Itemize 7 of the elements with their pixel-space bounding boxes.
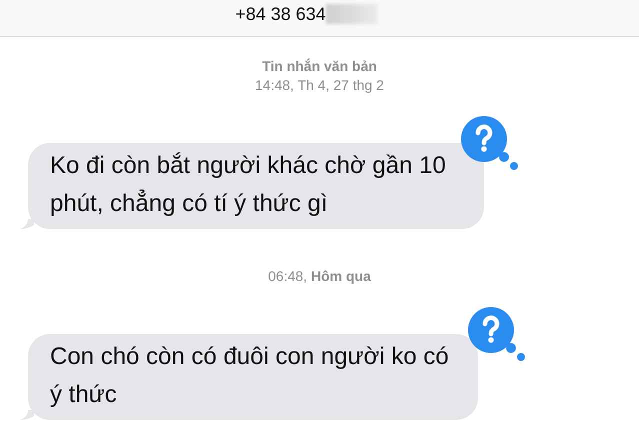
bubble-tail [20,410,34,420]
timestamp: 14:48, Th 4, 27 thg 2 [255,76,384,95]
thread-label: Tin nhắn văn bản [262,57,377,76]
bubble-tail [20,219,34,229]
redaction-blur [326,4,378,24]
contact-number: +84 38 634 [235,4,326,24]
timestamp: 06:48, Hôm qua [268,267,371,286]
